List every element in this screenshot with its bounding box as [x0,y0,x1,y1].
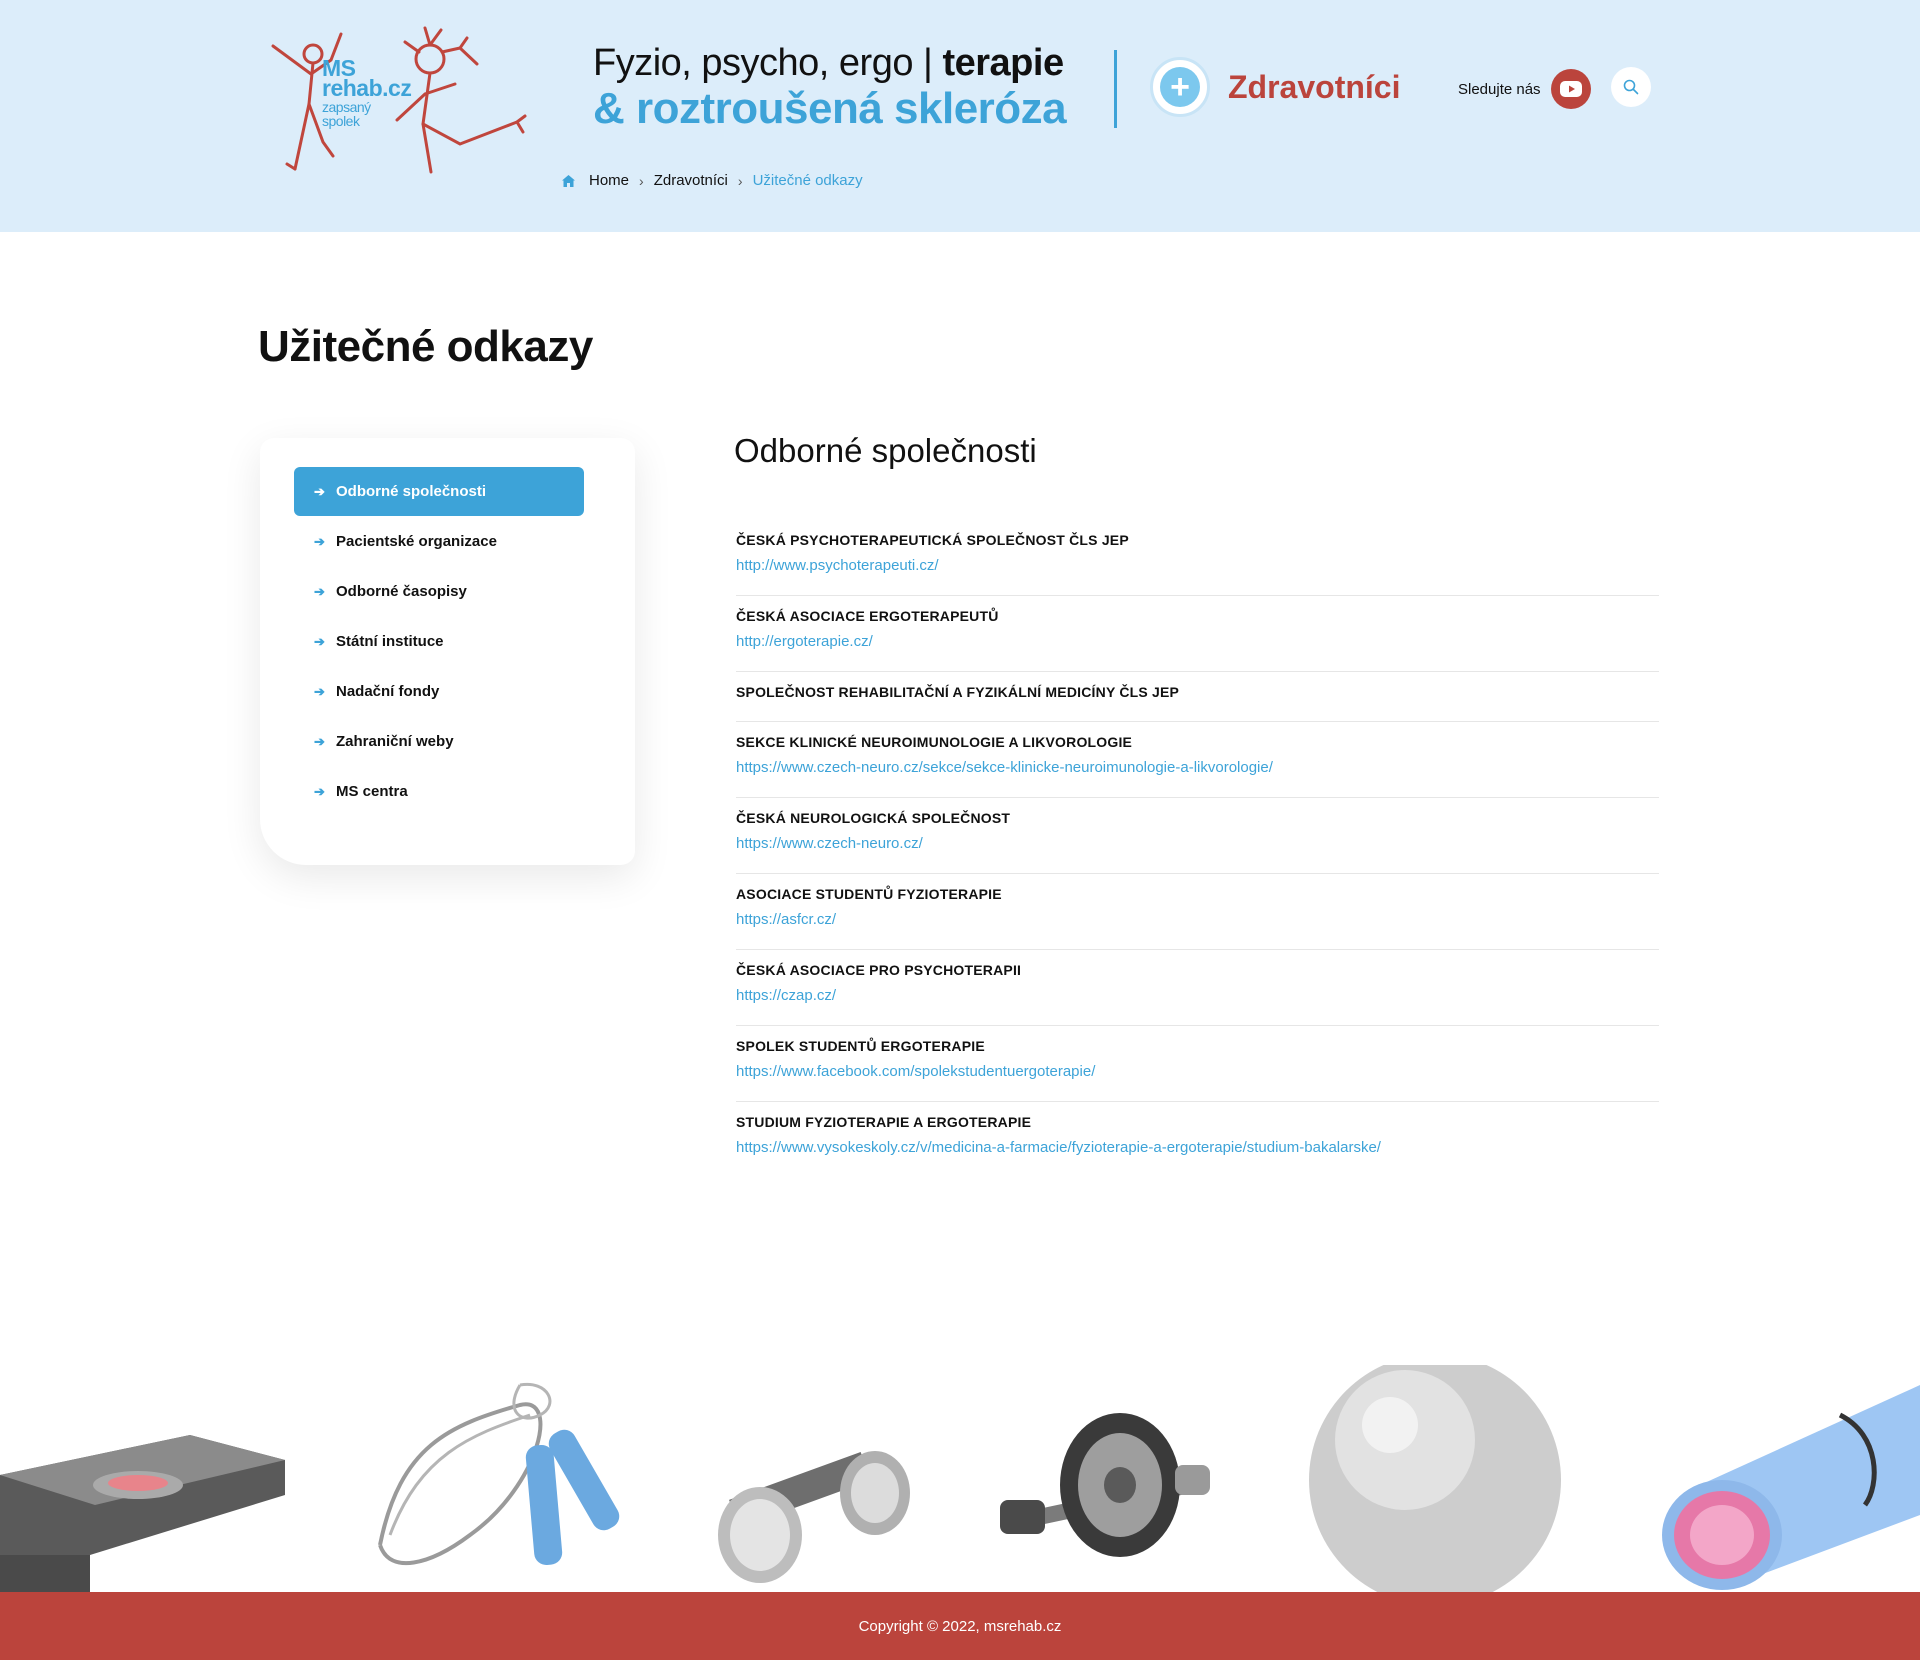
sidebar-item-label: Odborné společnosti [336,483,487,500]
arrow-right-icon: ➔ [314,583,325,599]
logo-line-4: spolek [322,113,360,129]
breadcrumb-zdravotnici[interactable]: Zdravotníci [654,172,728,189]
list-item: Česká neurologická společnost https://ww… [736,798,1659,874]
site-footer: Copyright © 2022, msrehab.cz [0,1592,1920,1660]
links-list: Česká psychoterapeutická společnost ČLS … [736,520,1659,1177]
section-title: Odborné společnosti [734,432,1037,469]
breadcrumb: Home › Zdravotníci › Užitečné odkazy [561,172,863,189]
tagline-line-2: & roztroušená skleróza [593,84,1067,133]
breadcrumb-home[interactable]: Home [589,172,629,189]
fitness-equipment-banner [0,1365,1920,1592]
link-title: Sekce klinické neuroimunologie a likvoro… [736,734,1133,750]
category-sidebar: ➔ Odborné společnosti ➔ Pacientské organiz… [260,438,635,865]
list-item: Asociace studentů fyzioterapie https://a… [736,874,1659,950]
arrow-right-icon: ➔ [314,683,325,699]
sidebar-item-label: Nadační fondy [336,683,440,700]
dumbbell-icon [718,1451,910,1583]
link-url[interactable]: http://www.psychoterapeuti.cz/ [736,557,1659,575]
search-button[interactable] [1611,67,1651,107]
list-item: Česká asociace ergoterapeutů http://ergo… [736,596,1659,672]
breadcrumb-current: Užitečné odkazy [752,172,863,189]
sidebar-item-nadacni-fondy[interactable]: ➔ Nadační fondy [294,667,584,716]
sidebar-item-label: Odborné časopisy [336,583,467,600]
list-item: Spolek studentů ergoterapie https://www.… [736,1026,1659,1102]
arrow-right-icon: ➔ [314,483,325,499]
arrow-right-icon: ➔ [314,633,325,649]
tagline-text: Fyzio, psycho, ergo | [593,42,943,84]
sidebar-item-zahranicni-weby[interactable]: ➔ Zahraniční weby [294,717,584,766]
section-badge-label: Zdravotníci [1228,68,1401,105]
logo-line-3: zapsaný [322,99,371,115]
link-url[interactable]: https://www.vysokeskoly.cz/v/medicina-a-… [736,1139,1659,1157]
link-title: Asociace studentů fyzioterapie [736,886,1002,902]
home-icon[interactable] [561,174,576,188]
list-item: Sekce klinické neuroimunologie a likvoro… [736,722,1659,798]
link-url[interactable]: http://ergoterapie.cz/ [736,633,1659,651]
sidebar-item-odborne-spolecnosti[interactable]: ➔ Odborné společnosti [294,467,584,516]
sidebar-item-statni-instituce[interactable]: ➔ Státní instituce [294,617,584,666]
page-title: Užitečné odkazy [258,322,593,371]
link-url[interactable]: https://www.czech-neuro.cz/ [736,835,1659,853]
link-title: Česká asociace pro psychoterapii [736,962,1022,978]
footer-copyright: Copyright © 2022, msrehab.cz [858,1617,1062,1635]
link-title: Česká asociace ergoterapeutů [736,608,999,624]
yoga-mat-icon [1662,1385,1920,1590]
plus-badge: + [1150,57,1210,117]
chevron-right-icon: › [737,172,743,189]
site-logo[interactable]: MS rehab.cz zapsaný spolek [255,24,535,179]
sidebar-item-pacientske-organizace[interactable]: ➔ Pacientské organizace [294,517,584,566]
logo-wordmark: MS rehab.cz zapsaný spolek [322,57,412,129]
link-url[interactable]: https://www.facebook.com/spolekstudentue… [736,1063,1659,1081]
list-item: Studium fyzioterapie a ergoterapie https… [736,1102,1659,1177]
link-url[interactable]: https://czap.cz/ [736,987,1659,1005]
link-title: Spolek studentů ergoterapie [736,1038,985,1054]
aerobic-step-icon [0,1435,285,1592]
search-icon [1623,79,1639,95]
chevron-right-icon: › [639,172,644,189]
link-title: Studium fyzioterapie a ergoterapie [736,1114,1032,1130]
sidebar-item-label: MS centra [336,783,408,800]
social-follow: Sledujte nás [1458,69,1591,109]
sidebar-item-ms-centra[interactable]: ➔ MS centra [294,767,584,816]
arrow-right-icon: ➔ [314,783,325,799]
youtube-icon [1559,81,1582,97]
site-tagline: Fyzio, psycho, ergo | terapie & roztrouš… [593,40,1083,132]
sidebar-item-label: Státní instituce [336,633,444,650]
jump-rope-icon [378,1382,620,1566]
arrow-right-icon: ➔ [314,533,325,549]
header-divider [1114,50,1117,128]
tagline-bold: terapie [942,42,1064,84]
list-item: Společnost rehabilitační a fyzikální med… [736,672,1659,722]
link-url[interactable]: https://asfcr.cz/ [736,911,1659,929]
list-item: Česká psychoterapeutická společnost ČLS … [736,520,1659,596]
section-badge-zdravotnici[interactable]: + Zdravotníci [1150,57,1400,117]
sidebar-item-label: Pacientské organizace [336,533,497,550]
link-title: Česká neurologická společnost [736,810,1011,826]
sidebar-item-label: Zahraniční weby [336,733,454,750]
follow-label: Sledujte nás [1458,80,1541,98]
arrow-right-icon: ➔ [314,733,325,749]
plus-icon: + [1160,67,1200,107]
link-url[interactable]: https://www.czech-neuro.cz/sekce/sekce-k… [736,759,1659,777]
list-item: Česká asociace pro psychoterapii https:/… [736,950,1659,1026]
ab-wheel-icon [1000,1413,1210,1557]
sidebar-item-odborne-casopisy[interactable]: ➔ Odborné časopisy [294,567,584,616]
link-title: Česká psychoterapeutická společnost ČLS … [736,532,1129,548]
link-title: Společnost rehabilitační a fyzikální med… [736,684,1180,700]
fitness-equipment-image [0,1365,1920,1592]
site-header: MS rehab.cz zapsaný spolek Fyzio, psycho… [0,0,1920,232]
tagline-line-1: Fyzio, psycho, ergo | terapie [593,40,1083,86]
youtube-button[interactable] [1550,69,1591,109]
logo-line-2: rehab.cz [322,75,412,101]
gym-ball-icon [1309,1365,1561,1592]
